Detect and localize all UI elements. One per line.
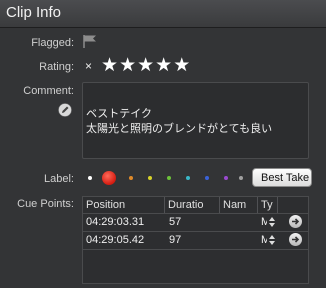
label-color-gray[interactable]	[239, 176, 243, 180]
go-to-cue-button[interactable]	[289, 233, 302, 246]
go-to-cue-button[interactable]	[289, 215, 302, 228]
column-header-action	[278, 197, 308, 213]
comment-label: Comment:	[23, 85, 74, 97]
cue-duration[interactable]: 57	[169, 216, 181, 228]
flag-icon[interactable]	[82, 34, 98, 53]
arrow-right-icon	[292, 236, 300, 243]
comment-line: 太陽光と照明のブレンドがとても良い	[86, 123, 273, 135]
cue-type: M	[261, 216, 267, 228]
header-divider	[83, 213, 308, 214]
cue-duration[interactable]: 97	[169, 234, 181, 246]
rating-label: Rating:	[39, 61, 74, 73]
stepper-icon[interactable]	[268, 215, 276, 229]
cue-points-label: Cue Points:	[17, 198, 74, 210]
rating-control[interactable]: × ★ ★ ★ ★ ★	[85, 56, 191, 75]
label-label: Label:	[44, 173, 74, 185]
title-bar: Clip Info	[0, 0, 326, 28]
row-divider	[83, 231, 308, 232]
column-header-type[interactable]: Ty	[258, 197, 278, 213]
label-color-blue[interactable]	[205, 176, 209, 180]
label-color-cyan[interactable]	[186, 176, 190, 180]
label-color-none[interactable]	[88, 176, 92, 180]
comment-textarea[interactable]: ベストテイク 太陽光と照明のブレンドがとても良い	[82, 82, 309, 159]
cue-position[interactable]: 04:29:05.42	[86, 234, 144, 246]
label-color-green[interactable]	[167, 176, 171, 180]
label-color-red-selected[interactable]	[102, 171, 116, 185]
label-color-orange[interactable]	[129, 176, 133, 180]
edit-pencil-icon[interactable]	[58, 103, 72, 122]
comment-line: ベストテイク	[86, 108, 152, 120]
clear-rating-button[interactable]: ×	[85, 59, 92, 73]
column-header-name[interactable]: Nam	[220, 197, 258, 213]
star-icon[interactable]: ★	[137, 56, 154, 75]
label-preset-dropdown[interactable]: Best Take	[252, 168, 312, 187]
star-icon[interactable]: ★	[101, 56, 118, 75]
column-header-position[interactable]: Position	[83, 197, 165, 213]
cue-type: M	[261, 234, 267, 246]
stepper-icon[interactable]	[268, 233, 276, 247]
star-icon[interactable]: ★	[119, 56, 136, 75]
cue-points-table: Position Duratio Nam Ty 04:29:03.31 57 M…	[82, 196, 309, 284]
label-color-purple[interactable]	[224, 176, 228, 180]
flagged-label: Flagged:	[31, 37, 74, 49]
column-header-duration[interactable]: Duratio	[165, 197, 220, 213]
cue-position[interactable]: 04:29:03.31	[86, 216, 144, 228]
label-color-yellow[interactable]	[148, 176, 152, 180]
star-icon[interactable]: ★	[173, 56, 190, 75]
star-icon[interactable]: ★	[155, 56, 172, 75]
window-title: Clip Info	[6, 4, 62, 21]
row-divider	[83, 249, 308, 250]
arrow-right-icon	[292, 218, 300, 225]
